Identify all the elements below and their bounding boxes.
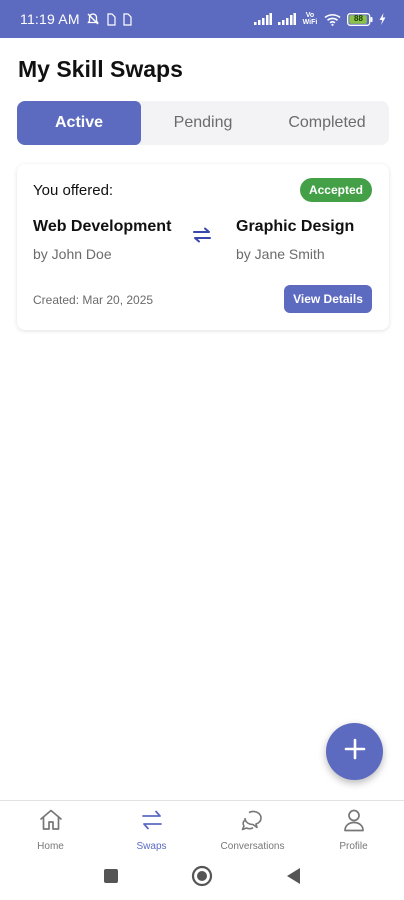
home-circle-icon[interactable] bbox=[191, 865, 213, 892]
view-details-button[interactable]: View Details bbox=[284, 285, 372, 313]
back-triangle-icon[interactable] bbox=[285, 867, 301, 890]
bottom-navigation: Home Swaps Conversations Profile bbox=[0, 800, 404, 854]
offer-label: You offered: bbox=[33, 182, 114, 199]
page-title: My Skill Swaps bbox=[18, 56, 183, 82]
offered-skill-name: Web Development bbox=[33, 218, 172, 235]
received-skill: Graphic Design by Jane Smith bbox=[236, 218, 354, 262]
swap-arrows-icon bbox=[191, 226, 213, 249]
status-left: 11:19 AM bbox=[20, 11, 132, 27]
status-time: 11:19 AM bbox=[20, 11, 80, 27]
sim-icon bbox=[122, 12, 132, 26]
nav-label-home: Home bbox=[37, 841, 64, 852]
nav-item-home[interactable]: Home bbox=[0, 801, 101, 854]
app-screen: 11:19 AM Vo WiFi 88 My Skill Swaps Activ… bbox=[0, 0, 404, 900]
tab-active[interactable]: Active bbox=[17, 101, 141, 145]
sim-icon bbox=[106, 12, 116, 26]
mute-icon bbox=[86, 12, 100, 26]
nav-item-swaps[interactable]: Swaps bbox=[101, 801, 202, 854]
signal-icon bbox=[254, 13, 272, 25]
tab-pending[interactable]: Pending bbox=[141, 101, 265, 145]
nav-item-profile[interactable]: Profile bbox=[303, 801, 404, 854]
battery-level: 88 bbox=[354, 13, 363, 23]
offered-skill-owner: by John Doe bbox=[33, 246, 112, 262]
plus-icon bbox=[344, 738, 366, 765]
nav-item-conversations[interactable]: Conversations bbox=[202, 801, 303, 854]
swap-card[interactable]: You offered: Accepted Web Development by… bbox=[17, 164, 389, 330]
add-swap-button[interactable] bbox=[326, 723, 383, 780]
charging-icon bbox=[379, 13, 386, 25]
home-icon bbox=[38, 808, 64, 837]
status-right: Vo WiFi 88 bbox=[254, 12, 386, 26]
battery-icon: 88 bbox=[347, 12, 373, 26]
received-skill-name: Graphic Design bbox=[236, 218, 355, 235]
swap-icon bbox=[139, 808, 165, 837]
wifi-icon bbox=[324, 13, 341, 26]
offered-skill: Web Development by John Doe bbox=[33, 218, 171, 262]
tab-completed[interactable]: Completed bbox=[265, 101, 389, 145]
chat-bubbles-icon bbox=[240, 808, 266, 837]
recents-square-icon[interactable] bbox=[103, 868, 119, 889]
created-date: Created: Mar 20, 2025 bbox=[33, 293, 154, 307]
received-skill-owner: by Jane Smith bbox=[236, 246, 325, 262]
swap-status-tabs: Active Pending Completed bbox=[17, 101, 389, 145]
signal-icon bbox=[278, 13, 296, 25]
nav-label-swaps: Swaps bbox=[136, 841, 167, 852]
person-icon bbox=[341, 808, 367, 837]
status-badge: Accepted bbox=[299, 178, 372, 202]
nav-label-profile: Profile bbox=[339, 841, 368, 852]
nav-label-conversations: Conversations bbox=[220, 841, 285, 852]
status-bar: 11:19 AM Vo WiFi 88 bbox=[0, 0, 404, 38]
wifi-calling-label: Vo WiFi bbox=[302, 12, 318, 26]
